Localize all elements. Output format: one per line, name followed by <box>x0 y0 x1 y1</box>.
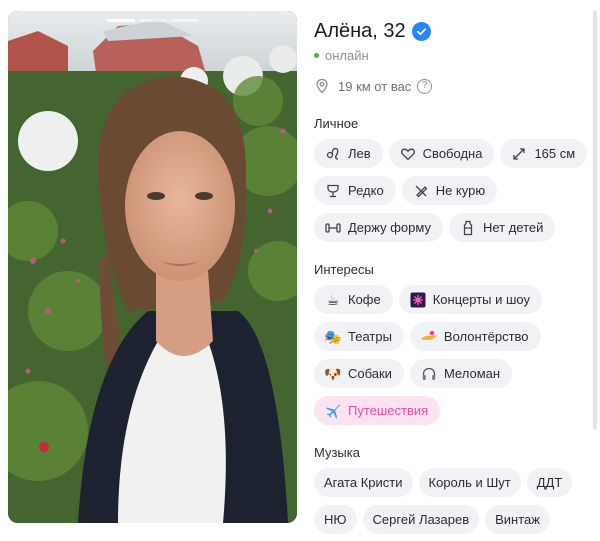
section-title-music: Музыка <box>314 445 360 460</box>
chip-artist[interactable]: Винтаж <box>485 505 550 534</box>
profile-photo[interactable] <box>8 11 297 523</box>
leo-icon <box>324 145 342 163</box>
chip-theater[interactable]: 🎭 Театры <box>314 322 404 351</box>
chip-smoking[interactable]: Не курю <box>401 176 498 205</box>
chip-height[interactable]: 165 см <box>500 139 588 168</box>
distance-row: 19 км от вас ? <box>314 76 594 96</box>
photo-pager-dot <box>170 19 199 22</box>
name-row: Алёна, 32 <box>314 18 594 44</box>
chip-artist[interactable]: Сергей Лазарев <box>362 505 480 534</box>
glass-icon <box>324 182 342 200</box>
dumbbell-icon <box>324 219 342 237</box>
chip-artist[interactable]: Агата Кристи <box>314 468 413 497</box>
online-status: онлайн <box>314 48 594 63</box>
height-icon <box>510 145 528 163</box>
headphones-icon <box>420 365 438 383</box>
chip-children[interactable]: Нет детей <box>448 213 556 242</box>
dog-icon: 🐶 <box>324 365 342 382</box>
chip-sport[interactable]: Держу форму <box>314 213 443 242</box>
help-icon[interactable]: ? <box>417 78 433 94</box>
location-pin-icon <box>316 78 328 94</box>
chip-music-lover[interactable]: Меломан <box>409 359 513 388</box>
music-chips: Агата Кристи Король и Шут ДДТ НЮ Сергей … <box>314 468 594 534</box>
section-title-personal: Личное <box>314 116 359 131</box>
verified-badge-icon <box>411 21 431 41</box>
volunteer-icon <box>420 328 438 346</box>
profile-name: Алёна, 32 <box>314 19 406 42</box>
online-dot-icon <box>314 53 319 58</box>
scrollbar[interactable] <box>593 10 597 430</box>
chip-artist[interactable]: Король и Шут <box>418 468 521 497</box>
chip-travel[interactable]: Путешествия <box>314 396 441 425</box>
coffee-icon: ☕ <box>326 291 340 308</box>
chip-concerts[interactable]: Концерты и шоу <box>398 285 542 314</box>
plane-icon <box>324 402 342 420</box>
chip-artist[interactable]: ДДТ <box>526 468 573 497</box>
chip-relationship[interactable]: Свободна <box>388 139 495 168</box>
personal-chips: Лев Свободна 165 см Редко Не курю Держу … <box>314 139 594 242</box>
heart-icon <box>399 145 417 163</box>
photo-pager-dot <box>138 19 167 22</box>
bottle-icon <box>459 219 477 237</box>
chip-coffee[interactable]: ☕ Кофе <box>314 285 393 314</box>
profile-info: Алёна, 32 онлайн 19 км от вас ? Личное Л… <box>314 18 594 534</box>
chip-zodiac[interactable]: Лев <box>314 139 383 168</box>
chip-alcohol[interactable]: Редко <box>314 176 396 205</box>
chip-artist[interactable]: НЮ <box>314 505 357 534</box>
section-title-interests: Интересы <box>314 262 374 277</box>
distance-label: 19 км от вас <box>338 78 412 94</box>
photo-pager <box>8 19 297 22</box>
online-status-label: онлайн <box>325 48 369 63</box>
theater-icon: 🎭 <box>324 328 342 345</box>
photo-pager-dot-active <box>106 19 135 22</box>
fireworks-icon <box>409 291 427 309</box>
photo-image <box>8 11 297 523</box>
no-smoking-icon <box>412 182 430 200</box>
chip-volunteering[interactable]: Волонтёрство <box>409 322 541 351</box>
interests-chips: ☕ Кофе Концерты и шоу 🎭 Театры Волонтёрс… <box>314 285 594 425</box>
chip-dogs[interactable]: 🐶 Собаки <box>314 359 404 388</box>
